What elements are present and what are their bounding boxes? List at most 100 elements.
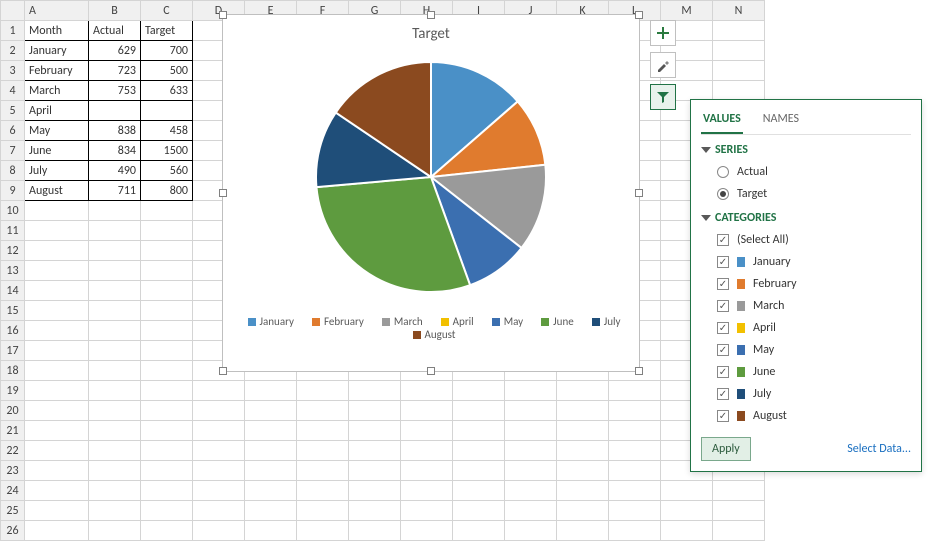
cell[interactable]	[141, 501, 193, 521]
cell[interactable]	[349, 461, 401, 481]
column-header[interactable]: N	[713, 1, 765, 21]
cell[interactable]	[25, 361, 89, 381]
cell[interactable]: March	[25, 81, 89, 101]
cell[interactable]: January	[25, 41, 89, 61]
cell[interactable]	[141, 341, 193, 361]
cell[interactable]	[297, 521, 349, 541]
cell[interactable]	[349, 401, 401, 421]
cell[interactable]	[453, 521, 505, 541]
cell[interactable]: 711	[89, 181, 141, 201]
column-header[interactable]: M	[661, 1, 713, 21]
cell[interactable]	[89, 321, 141, 341]
cell[interactable]	[193, 381, 245, 401]
row-header[interactable]: 26	[1, 521, 25, 541]
cell[interactable]	[609, 421, 661, 441]
cell[interactable]	[25, 461, 89, 481]
cell[interactable]	[609, 381, 661, 401]
cell[interactable]	[349, 501, 401, 521]
cell[interactable]	[557, 501, 609, 521]
row-header[interactable]: 7	[1, 141, 25, 161]
row-header[interactable]: 11	[1, 221, 25, 241]
resize-handle[interactable]	[427, 11, 435, 19]
resize-handle[interactable]	[219, 189, 227, 197]
column-header[interactable]: A	[25, 1, 89, 21]
pie-chart[interactable]	[301, 47, 561, 307]
cell[interactable]	[245, 521, 297, 541]
cell[interactable]: 723	[89, 61, 141, 81]
cell[interactable]	[661, 481, 713, 501]
cell[interactable]: 800	[141, 181, 193, 201]
cell[interactable]	[713, 481, 765, 501]
cell[interactable]	[401, 481, 453, 501]
cell[interactable]	[401, 501, 453, 521]
category-option[interactable]: August	[701, 405, 911, 427]
row-header[interactable]: 24	[1, 481, 25, 501]
legend-item[interactable]: July	[586, 315, 621, 328]
cell[interactable]	[141, 521, 193, 541]
resize-handle[interactable]	[635, 367, 643, 375]
legend-item[interactable]: June	[535, 315, 574, 328]
row-header[interactable]: 23	[1, 461, 25, 481]
cell[interactable]	[141, 321, 193, 341]
cell[interactable]: August	[25, 181, 89, 201]
tab-names[interactable]: NAMES	[761, 108, 801, 134]
chart-container[interactable]: Target JanuaryFebruaryMarchAprilMayJuneJ…	[222, 14, 640, 372]
cell[interactable]: 490	[89, 161, 141, 181]
cell[interactable]	[245, 461, 297, 481]
cell[interactable]	[141, 481, 193, 501]
cell[interactable]: June	[25, 141, 89, 161]
cell[interactable]	[453, 501, 505, 521]
row-header[interactable]: 9	[1, 181, 25, 201]
cell[interactable]	[453, 401, 505, 421]
row-header[interactable]: 6	[1, 121, 25, 141]
category-option[interactable]: May	[701, 339, 911, 361]
column-header[interactable]: C	[141, 1, 193, 21]
cell[interactable]	[609, 501, 661, 521]
category-option[interactable]: June	[701, 361, 911, 383]
cell[interactable]	[89, 421, 141, 441]
cell[interactable]: 700	[141, 41, 193, 61]
cell[interactable]	[25, 441, 89, 461]
cell[interactable]	[401, 461, 453, 481]
cell[interactable]	[297, 461, 349, 481]
cell[interactable]	[193, 421, 245, 441]
cell[interactable]	[505, 401, 557, 421]
cell[interactable]	[25, 301, 89, 321]
cell[interactable]	[401, 401, 453, 421]
cell[interactable]	[141, 221, 193, 241]
cell[interactable]	[193, 461, 245, 481]
cell[interactable]	[609, 401, 661, 421]
cell[interactable]	[193, 401, 245, 421]
cell[interactable]: 560	[141, 161, 193, 181]
cell[interactable]	[89, 361, 141, 381]
cell[interactable]: 633	[141, 81, 193, 101]
cell[interactable]	[25, 421, 89, 441]
cell[interactable]	[505, 521, 557, 541]
row-header[interactable]: 5	[1, 101, 25, 121]
cell[interactable]	[141, 261, 193, 281]
cell[interactable]	[141, 361, 193, 381]
cell[interactable]	[505, 481, 557, 501]
cell[interactable]	[557, 461, 609, 481]
tab-values[interactable]: VALUES	[701, 108, 743, 134]
cell[interactable]	[25, 261, 89, 281]
row-header[interactable]: 16	[1, 321, 25, 341]
row-header[interactable]: 12	[1, 241, 25, 261]
cell[interactable]	[297, 481, 349, 501]
cell[interactable]	[141, 241, 193, 261]
cell[interactable]	[141, 301, 193, 321]
cell[interactable]: 500	[141, 61, 193, 81]
cell[interactable]	[25, 281, 89, 301]
cell[interactable]	[349, 521, 401, 541]
cell[interactable]	[89, 201, 141, 221]
row-header[interactable]: 19	[1, 381, 25, 401]
legend-item[interactable]: March	[376, 315, 423, 328]
series-section-header[interactable]: SERIES	[701, 143, 911, 157]
cell[interactable]	[141, 441, 193, 461]
row-header[interactable]: 25	[1, 501, 25, 521]
cell[interactable]	[141, 201, 193, 221]
cell[interactable]	[297, 381, 349, 401]
categories-section-header[interactable]: CATEGORIES	[701, 211, 911, 225]
cell[interactable]	[505, 441, 557, 461]
cell[interactable]	[453, 481, 505, 501]
